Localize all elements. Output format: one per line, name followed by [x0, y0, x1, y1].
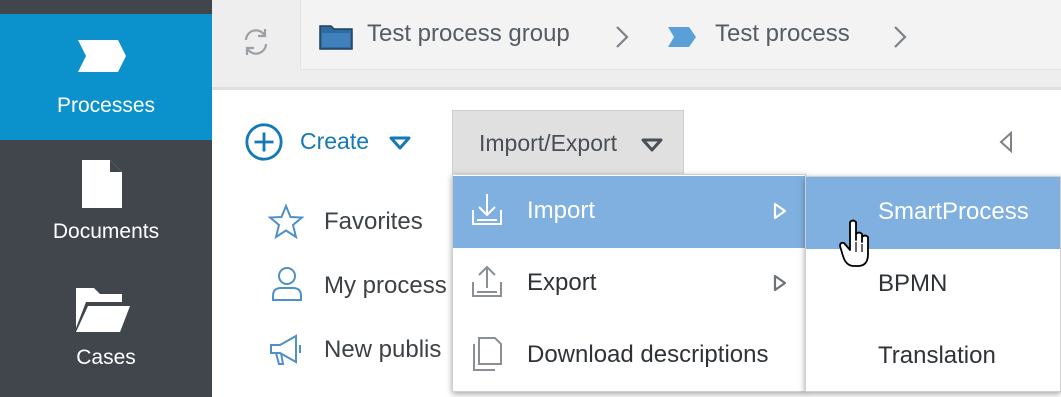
sidebar-item-processes[interactable]: Processes: [0, 14, 212, 140]
breadcrumb-item-group[interactable]: Test process group: [367, 20, 570, 48]
folder-open-icon: [76, 288, 130, 332]
menu-item-export[interactable]: Export: [453, 248, 805, 320]
sidebar-item-label: Cases: [76, 346, 136, 369]
submenu-item-label: Translation: [878, 342, 996, 369]
import-export-menu: Import Export Download descriptions: [452, 174, 806, 392]
documents-icon: [473, 337, 502, 371]
megaphone-icon: [270, 334, 301, 365]
sidebar-item-label: Documents: [52, 220, 160, 243]
submenu-item-translation[interactable]: Translation: [806, 321, 1060, 393]
menu-item-label: Download descriptions: [527, 341, 769, 368]
document-icon: [82, 160, 122, 208]
menu-item-label: Import: [527, 197, 596, 224]
import-export-label: Import/Export: [479, 130, 618, 156]
import-submenu: SmartProcess BPMN Translation: [805, 176, 1061, 392]
star-icon: [268, 204, 304, 240]
hand-cursor-icon: [839, 219, 869, 267]
process-chevron-icon: [668, 27, 696, 47]
process-chevron-icon: [78, 40, 126, 72]
collapse-panel-icon[interactable]: [998, 131, 1014, 153]
caret-right-icon: [773, 274, 787, 292]
submenu-item-label: BPMN: [878, 270, 948, 297]
chevron-right-icon: [616, 26, 629, 48]
refresh-icon[interactable]: [238, 24, 274, 60]
export-icon: [472, 265, 502, 297]
chevron-right-icon: [894, 26, 907, 48]
caret-down-icon[interactable]: [389, 136, 411, 150]
nav-item-label: Favorites: [324, 208, 423, 235]
import-export-button[interactable]: Import/Export: [452, 110, 684, 174]
sidebar-item-cases[interactable]: Cases: [0, 266, 212, 392]
sidebar-item-documents[interactable]: Documents: [0, 140, 212, 266]
user-icon: [272, 267, 302, 301]
import-icon: [472, 194, 502, 225]
caret-right-icon: [773, 202, 787, 220]
breadcrumb-item-process[interactable]: Test process: [715, 20, 850, 48]
plus-circle-icon[interactable]: [243, 122, 285, 162]
menu-item-import[interactable]: Import: [453, 176, 805, 248]
sidebar-item-label: Processes: [56, 94, 156, 117]
caret-down-icon: [641, 138, 663, 152]
create-button[interactable]: Create: [300, 128, 369, 155]
sidebar: Processes Documents Cases: [0, 0, 212, 397]
breadcrumb: Test process group Test process: [300, 0, 1061, 70]
menu-item-download-descriptions[interactable]: Download descriptions: [453, 320, 805, 392]
menu-item-label: Export: [527, 269, 597, 296]
folder-icon: [319, 25, 353, 50]
submenu-item-label: SmartProcess: [878, 198, 1029, 225]
nav-item-label: My process: [324, 272, 447, 299]
nav-item-label: New publis: [324, 336, 442, 363]
top-bar: Test process group Test process: [212, 0, 1061, 90]
